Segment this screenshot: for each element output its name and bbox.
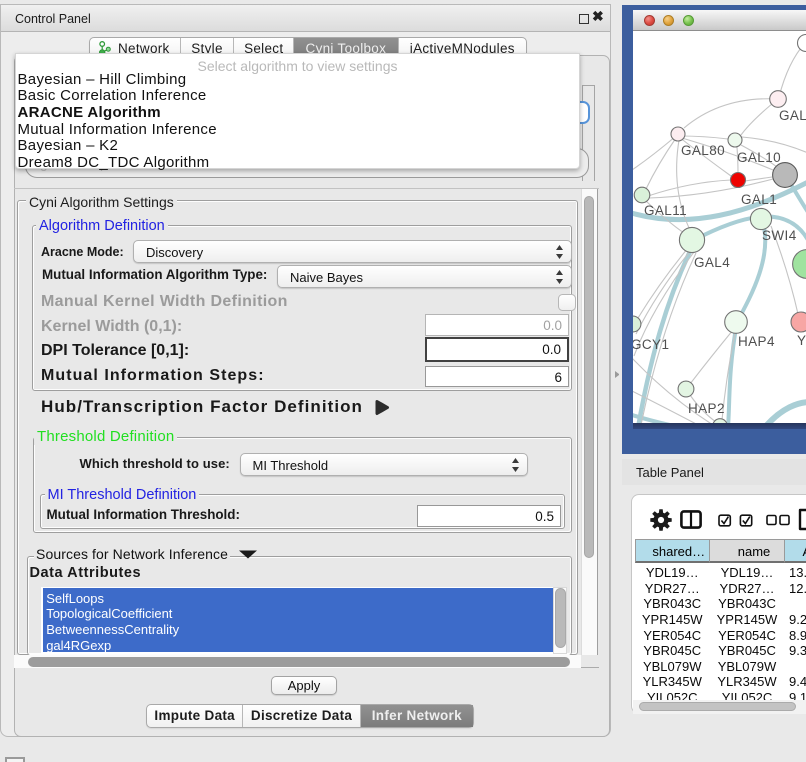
svg-text:GAL1: GAL1 (741, 192, 777, 207)
svg-text:GAL11: GAL11 (644, 203, 687, 218)
svg-text:YJ: YJ (797, 333, 806, 348)
svg-text:GAL7: GAL7 (779, 108, 806, 123)
svg-text:GAL4: GAL4 (694, 255, 730, 270)
svg-text:GAL80: GAL80 (681, 143, 725, 158)
svg-text:HAP2: HAP2 (688, 401, 725, 416)
svg-text:GCY1: GCY1 (633, 337, 669, 352)
svg-text:SWI4: SWI4 (762, 228, 797, 243)
svg-text:GAL10: GAL10 (737, 150, 781, 165)
svg-text:HAP4: HAP4 (738, 334, 775, 349)
